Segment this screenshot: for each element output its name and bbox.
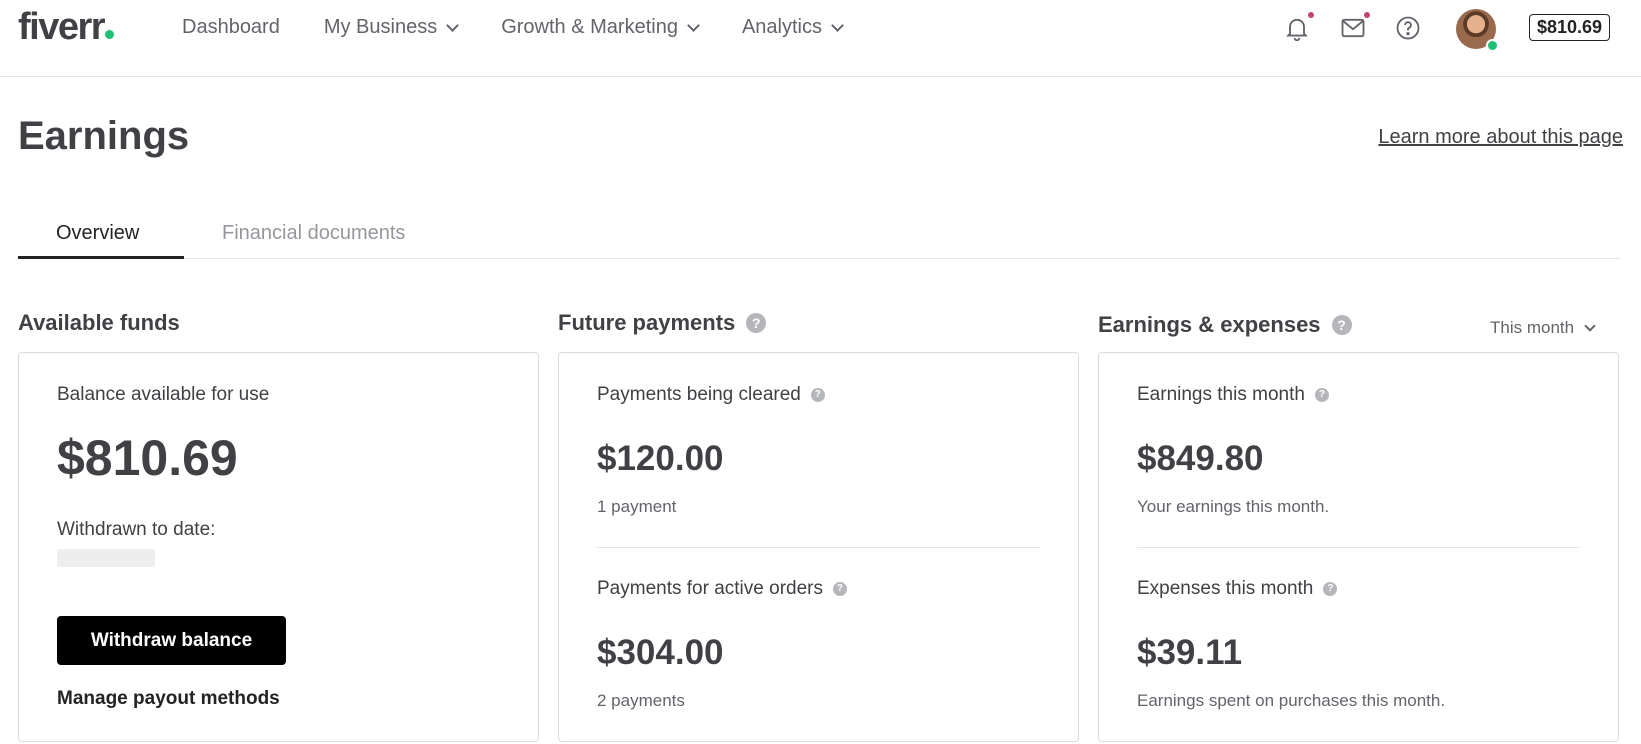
- logo-dot: [105, 30, 115, 39]
- payments-cleared-label: Payments being cleared?: [597, 384, 825, 406]
- help-circle-icon[interactable]: ?: [1323, 581, 1338, 596]
- withdraw-balance-button[interactable]: Withdraw balance: [57, 616, 286, 665]
- earnings-month-label: Earnings this month?: [1137, 384, 1329, 406]
- help-icon[interactable]: [1394, 14, 1422, 42]
- future-payments-card: Payments being cleared? $120.00 1 paymen…: [558, 352, 1079, 742]
- bell-icon[interactable]: [1283, 12, 1314, 42]
- expenses-month-desc: Earnings spent on purchases this month.: [1137, 691, 1446, 710]
- expenses-month-amount: $39.11: [1137, 633, 1243, 672]
- nav-growth-marketing[interactable]: Growth & Marketing: [501, 16, 700, 39]
- chevron-down-icon: [831, 18, 844, 32]
- tab-financial-documents[interactable]: Financial documents: [222, 222, 405, 245]
- page-title: Earnings: [18, 114, 190, 158]
- redacted-withdrawn-amount: [57, 549, 155, 567]
- earnings-month-desc: Your earnings this month.: [1137, 497, 1330, 516]
- card-divider: [1137, 547, 1580, 548]
- available-funds-card: Balance available for use $810.69 Withdr…: [18, 352, 539, 742]
- nav-dashboard[interactable]: Dashboard: [182, 16, 280, 39]
- help-circle-icon[interactable]: ?: [746, 313, 767, 333]
- manage-payout-methods-link[interactable]: Manage payout methods: [57, 688, 280, 710]
- learn-more-link[interactable]: Learn more about this page: [1378, 126, 1623, 149]
- avatar[interactable]: [1456, 9, 1499, 52]
- fiverr-logo[interactable]: fiverr: [18, 6, 115, 49]
- top-header: fiverr Dashboard My Business Growth & Ma…: [0, 0, 1641, 77]
- nav-analytics[interactable]: Analytics: [742, 16, 844, 39]
- mail-icon[interactable]: [1339, 12, 1370, 42]
- notification-dot: [1308, 12, 1314, 18]
- available-funds-title: Available funds: [18, 310, 180, 335]
- withdrawn-label: Withdrawn to date:: [57, 519, 216, 540]
- online-status-dot: [1486, 39, 1499, 52]
- period-dropdown[interactable]: This month: [1490, 318, 1596, 338]
- tab-overview[interactable]: Overview: [56, 222, 139, 245]
- active-orders-label: Payments for active orders?: [597, 578, 847, 600]
- future-payments-title: Future payments?: [558, 310, 767, 336]
- header-balance[interactable]: $810.69: [1529, 14, 1611, 41]
- active-orders-count: 2 payments: [597, 691, 685, 710]
- active-orders-amount: $304.00: [597, 633, 724, 672]
- chevron-down-icon: [446, 18, 460, 32]
- payments-cleared-amount: $120.00: [597, 439, 724, 478]
- chevron-down-icon: [1584, 319, 1596, 332]
- help-circle-icon[interactable]: ?: [1331, 315, 1352, 335]
- help-circle-icon[interactable]: ?: [810, 387, 825, 402]
- earnings-month-amount: $849.80: [1137, 439, 1264, 478]
- payments-cleared-count: 1 payment: [597, 497, 677, 516]
- balance-label: Balance available for use: [57, 384, 270, 405]
- earnings-expenses-card: Earnings this month? $849.80 Your earnin…: [1098, 352, 1619, 742]
- main-nav: Dashboard My Business Growth & Marketing…: [182, 16, 886, 39]
- help-circle-icon[interactable]: ?: [832, 581, 847, 596]
- active-tab-indicator: [18, 256, 184, 259]
- available-balance: $810.69: [57, 430, 238, 486]
- nav-my-business[interactable]: My Business: [324, 16, 460, 39]
- tab-bar: Overview Financial documents: [18, 208, 1621, 259]
- card-divider: [597, 547, 1040, 548]
- expenses-month-label: Expenses this month?: [1137, 578, 1338, 600]
- chevron-down-icon: [687, 18, 700, 32]
- earnings-expenses-title: Earnings & expenses?: [1098, 312, 1352, 338]
- help-circle-icon[interactable]: ?: [1314, 387, 1329, 402]
- notification-dot: [1364, 12, 1370, 18]
